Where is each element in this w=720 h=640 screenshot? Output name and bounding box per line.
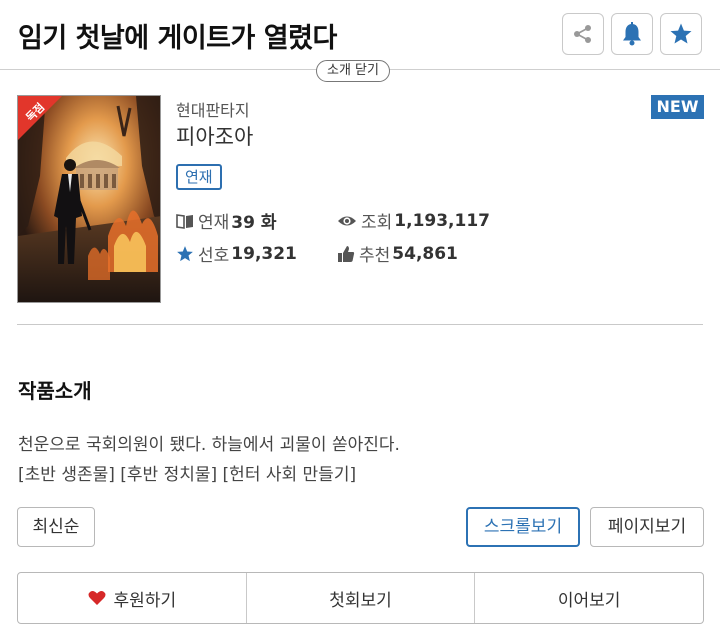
author-name[interactable]: 피아조아 [176, 121, 253, 151]
page-view-button[interactable]: 페이지보기 [590, 507, 704, 547]
heart-icon [88, 591, 106, 605]
eye-icon [338, 216, 356, 225]
episodes-value: 39 화 [231, 213, 277, 233]
section-divider [17, 324, 703, 325]
intro-title: 작품소개 [18, 379, 92, 403]
likes-value: 19,321 [231, 243, 297, 264]
share-icon [574, 25, 591, 43]
episodes-label: 연재 [198, 213, 230, 233]
page-title: 임기 첫날에 게이트가 열렸다 [18, 23, 337, 54]
views-label: 조회 [361, 213, 393, 233]
likes-stat: 선호 19,321 [176, 241, 297, 266]
sponsor-button[interactable]: 후원하기 [18, 573, 247, 623]
star-icon [177, 245, 193, 261]
continue-label: 이어보기 [557, 590, 621, 611]
alarm-button[interactable] [611, 13, 653, 55]
status-badge: 연재 [176, 164, 222, 190]
first-episode-button[interactable]: 첫회보기 [247, 573, 476, 623]
recs-stat: 추천 54,861 [337, 241, 458, 266]
star-icon [670, 23, 692, 44]
sort-latest-button[interactable]: 최신순 [17, 507, 95, 547]
scroll-view-button[interactable]: 스크롤보기 [466, 507, 580, 547]
new-badge: NEW [651, 95, 704, 119]
intro-text-line: 천운으로 국회의원이 됐다. 하늘에서 괴물이 쏟아진다. [18, 435, 400, 455]
thumbs-up-icon [338, 245, 355, 262]
likes-label: 선호 [198, 246, 230, 266]
book-icon [176, 213, 193, 229]
views-value: 1,193,117 [394, 210, 490, 231]
first-episode-label: 첫회보기 [329, 590, 392, 611]
views-stat: 조회 1,193,117 [337, 208, 490, 233]
recs-value: 54,861 [392, 243, 458, 264]
continue-reading-button[interactable]: 이어보기 [475, 573, 703, 623]
episodes-stat: 연재 39 화 [176, 208, 277, 233]
cover-image[interactable]: 독점 [17, 95, 161, 303]
intro-tags-line: [초반 생존물] [후반 정치물] [헌터 사회 만들기] [18, 465, 357, 485]
share-button[interactable] [562, 13, 604, 55]
toggle-intro-button[interactable]: 소개 닫기 [316, 60, 390, 82]
sponsor-label: 후원하기 [113, 590, 177, 611]
genre-label[interactable]: 현대판타지 [176, 97, 250, 121]
bottom-action-bar: 후원하기 첫회보기 이어보기 [17, 572, 704, 624]
bell-icon [623, 22, 641, 46]
recs-label: 추천 [359, 246, 391, 266]
favorite-button[interactable] [660, 13, 702, 55]
